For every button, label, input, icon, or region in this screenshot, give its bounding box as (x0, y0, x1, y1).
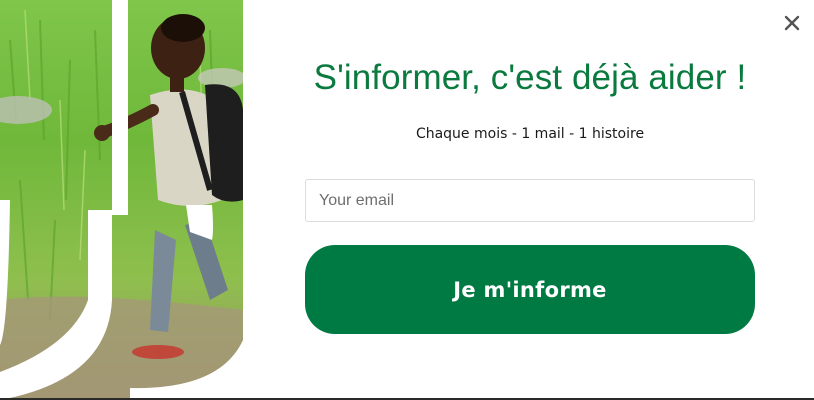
close-icon (784, 15, 800, 31)
popup-subtitle: Chaque mois - 1 mail - 1 histoire (415, 126, 645, 142)
email-field[interactable] (305, 179, 755, 222)
subscribe-button[interactable]: Je m'informe (305, 245, 755, 334)
newsletter-popup: S'informer, c'est déjà aider ! Chaque mo… (0, 0, 814, 400)
hero-image (0, 0, 243, 400)
close-button[interactable] (780, 11, 804, 35)
child-running-photo (0, 0, 243, 400)
popup-title: S'informer, c'est déjà aider ! (313, 58, 747, 97)
